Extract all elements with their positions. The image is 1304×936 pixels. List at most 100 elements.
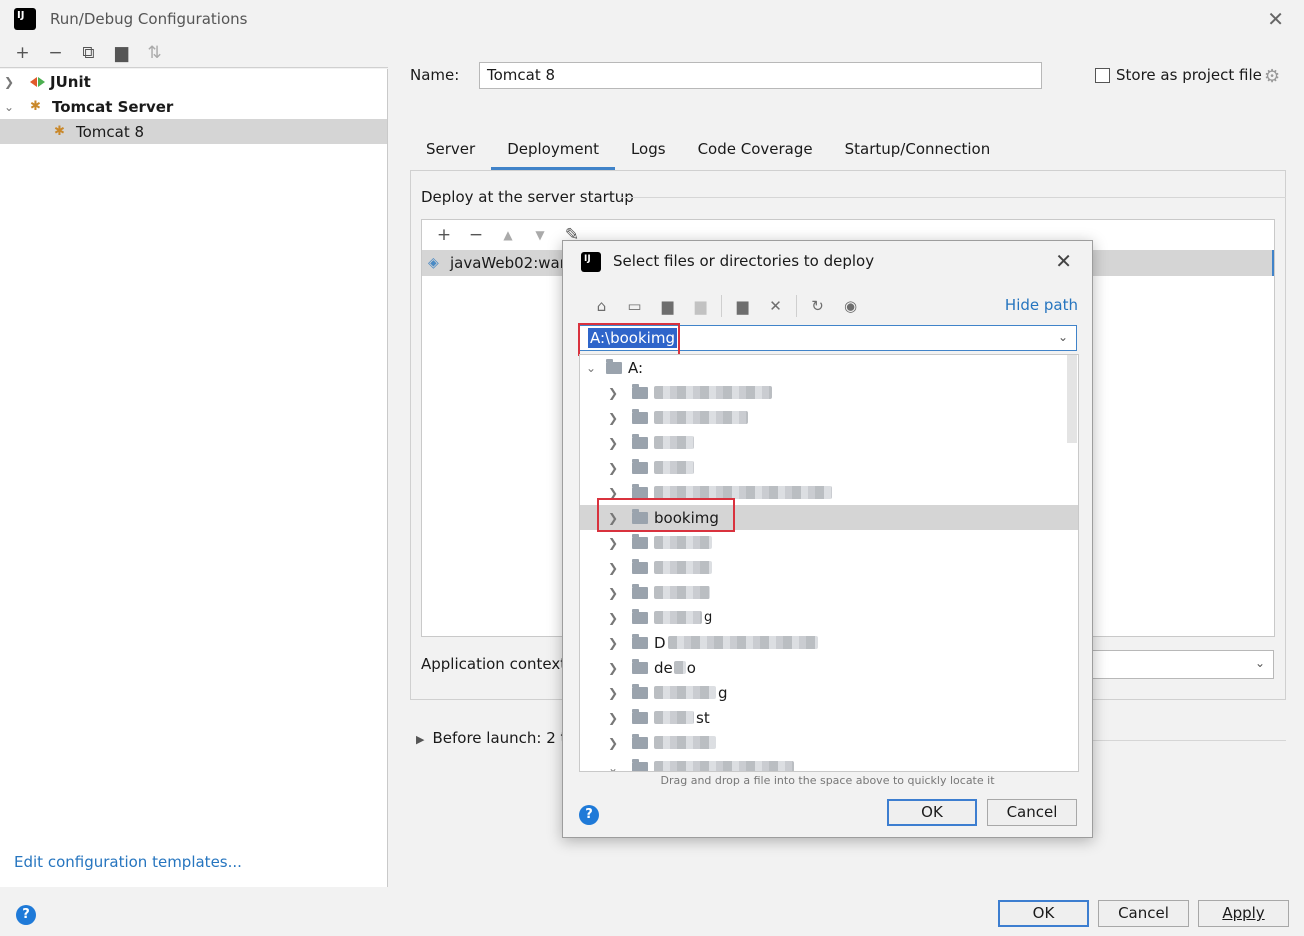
delete-icon[interactable]: ✕ (759, 293, 792, 319)
tree-item[interactable]: ❯ (580, 555, 1068, 580)
folder-icon (632, 408, 648, 424)
intellij-logo-icon (581, 252, 601, 272)
tree-item[interactable]: ❯ D (580, 630, 1068, 655)
new-folder-icon[interactable]: ▆ (105, 40, 138, 66)
chevron-down-icon[interactable]: ⌄ (606, 761, 620, 772)
tree-item[interactable]: ❯ (580, 530, 1068, 555)
tab-code-coverage[interactable]: Code Coverage (682, 136, 829, 170)
chevron-right-icon[interactable]: ❯ (606, 461, 620, 475)
show-hidden-icon[interactable]: ◉ (834, 293, 867, 319)
sort-icon[interactable]: ⇅ (138, 40, 171, 66)
folder-icon (632, 683, 648, 699)
tree-item[interactable]: ❯ (580, 430, 1068, 455)
blurred-label (673, 661, 686, 674)
tree-item[interactable]: ❯ de o (580, 655, 1068, 680)
new-folder-icon[interactable]: ▆ (726, 293, 759, 319)
add-icon[interactable]: + (6, 40, 39, 66)
chevron-down-icon[interactable]: ⌄ (1058, 330, 1068, 344)
hide-path-link[interactable]: Hide path (1005, 296, 1078, 314)
chevron-down-icon: ⌄ (1254, 656, 1265, 670)
close-icon[interactable]: ✕ (1055, 249, 1072, 273)
chevron-right-icon[interactable]: ❯ (606, 411, 620, 425)
tab-logs[interactable]: Logs (615, 136, 682, 170)
add-icon[interactable]: + (428, 222, 460, 248)
tree-item[interactable]: ❯ g (580, 680, 1068, 705)
chevron-right-icon[interactable]: ❯ (606, 561, 620, 575)
remove-icon[interactable]: − (460, 222, 492, 248)
dialog-cancel-button[interactable]: Cancel (987, 799, 1077, 826)
tree-item-fragment: g (704, 610, 713, 625)
tree-item[interactable]: ❯ (580, 455, 1068, 480)
desktop-icon[interactable]: ▭ (618, 293, 651, 319)
tree-item-root[interactable]: ⌄ A: (580, 355, 1068, 380)
tab-server[interactable]: Server (410, 136, 491, 170)
tree-item-fragment: de (654, 658, 673, 677)
tree-item[interactable]: ❯ (580, 730, 1068, 755)
apply-button[interactable]: Apply (1198, 900, 1289, 927)
tree-item-fragment: st (696, 708, 710, 727)
chevron-down-icon[interactable]: ⌄ (584, 361, 598, 375)
gear-icon[interactable]: ⚙ (1264, 66, 1280, 87)
folder-icon (632, 708, 648, 724)
chevron-right-icon[interactable]: ❯ (606, 536, 620, 550)
highlight-box (578, 323, 680, 356)
help-icon[interactable]: ? (16, 905, 36, 925)
chevron-down-icon[interactable]: ⌄ (4, 100, 16, 114)
chevron-right-icon[interactable]: ❯ (4, 75, 16, 89)
tree-item[interactable]: ❯ (580, 580, 1068, 605)
tab-startup-connection[interactable]: Startup/Connection (829, 136, 1007, 170)
name-field[interactable]: Tomcat 8 (479, 62, 1042, 89)
close-icon[interactable]: ✕ (1267, 9, 1284, 29)
chevron-right-icon[interactable]: ❯ (606, 386, 620, 400)
chevron-right-icon[interactable]: ❯ (606, 436, 620, 450)
tree-item-tomcat-server[interactable]: ⌄ ✱ Tomcat Server (0, 94, 387, 119)
tree-item-label: A: (628, 358, 644, 377)
tree-item-junit[interactable]: ❯ JUnit (0, 69, 387, 94)
tree-item[interactable]: ❯ (580, 380, 1068, 405)
store-as-project-checkbox[interactable] (1095, 68, 1110, 83)
blurred-label (654, 736, 716, 749)
tab-deployment[interactable]: Deployment (491, 136, 615, 170)
chevron-right-icon[interactable]: ❯ (606, 661, 620, 675)
refresh-icon[interactable]: ↻ (801, 293, 834, 319)
tree-item-fragment: D (654, 633, 666, 652)
blurred-label (654, 436, 694, 449)
blurred-label (654, 536, 712, 549)
folder-icon (632, 733, 648, 749)
tree-item-tomcat-8[interactable]: ✱ Tomcat 8 (0, 119, 387, 144)
home-icon[interactable]: ⌂ (585, 293, 618, 319)
tree-item[interactable]: ❯ st (580, 705, 1068, 730)
blurred-label (654, 686, 716, 699)
move-up-icon[interactable]: ▲ (492, 222, 524, 248)
scrollbar[interactable] (1067, 355, 1077, 443)
chevron-right-icon[interactable]: ❯ (606, 686, 620, 700)
before-launch-label: Before launch: 2 t (432, 729, 567, 747)
move-down-icon[interactable]: ▼ (524, 222, 556, 248)
config-tree: ❯ JUnit ⌄ ✱ Tomcat Server ✱ Tomcat 8 Edi… (0, 69, 388, 887)
store-as-project-label[interactable]: Store as project file (1116, 66, 1262, 84)
tree-item[interactable]: ❯ g (580, 605, 1068, 630)
tree-item[interactable]: ⌄ (580, 755, 1068, 772)
help-icon[interactable]: ? (579, 805, 599, 825)
remove-icon[interactable]: − (39, 40, 72, 66)
copy-icon[interactable]: ⧉ (72, 40, 105, 66)
ok-button[interactable]: OK (998, 900, 1089, 927)
chevron-right-icon[interactable]: ❯ (606, 736, 620, 750)
drag-hint: Drag and drop a file into the space abov… (660, 774, 995, 787)
project-folder-icon[interactable]: ▆ (651, 293, 684, 319)
dialog-ok-button[interactable]: OK (887, 799, 977, 826)
chevron-right-icon[interactable]: ❯ (606, 711, 620, 725)
tree-item-label: Tomcat 8 (76, 122, 145, 141)
chevron-right-icon[interactable]: ❯ (606, 611, 620, 625)
module-folder-icon[interactable]: ▆ (684, 293, 717, 319)
tree-item-fragment: o (686, 658, 696, 677)
before-launch-toggle[interactable]: ▶ Before launch: 2 t (416, 729, 566, 747)
tree-item-label: JUnit (50, 72, 91, 91)
edit-templates-link[interactable]: Edit configuration templates... (14, 853, 242, 871)
chevron-right-icon[interactable]: ❯ (606, 586, 620, 600)
cancel-button[interactable]: Cancel (1098, 900, 1189, 927)
tree-item[interactable]: ❯ (580, 405, 1068, 430)
app-context-combo[interactable]: ⌄ (1088, 650, 1274, 679)
chevron-right-icon[interactable]: ❯ (606, 636, 620, 650)
artifact-label: javaWeb02:war (450, 254, 566, 272)
